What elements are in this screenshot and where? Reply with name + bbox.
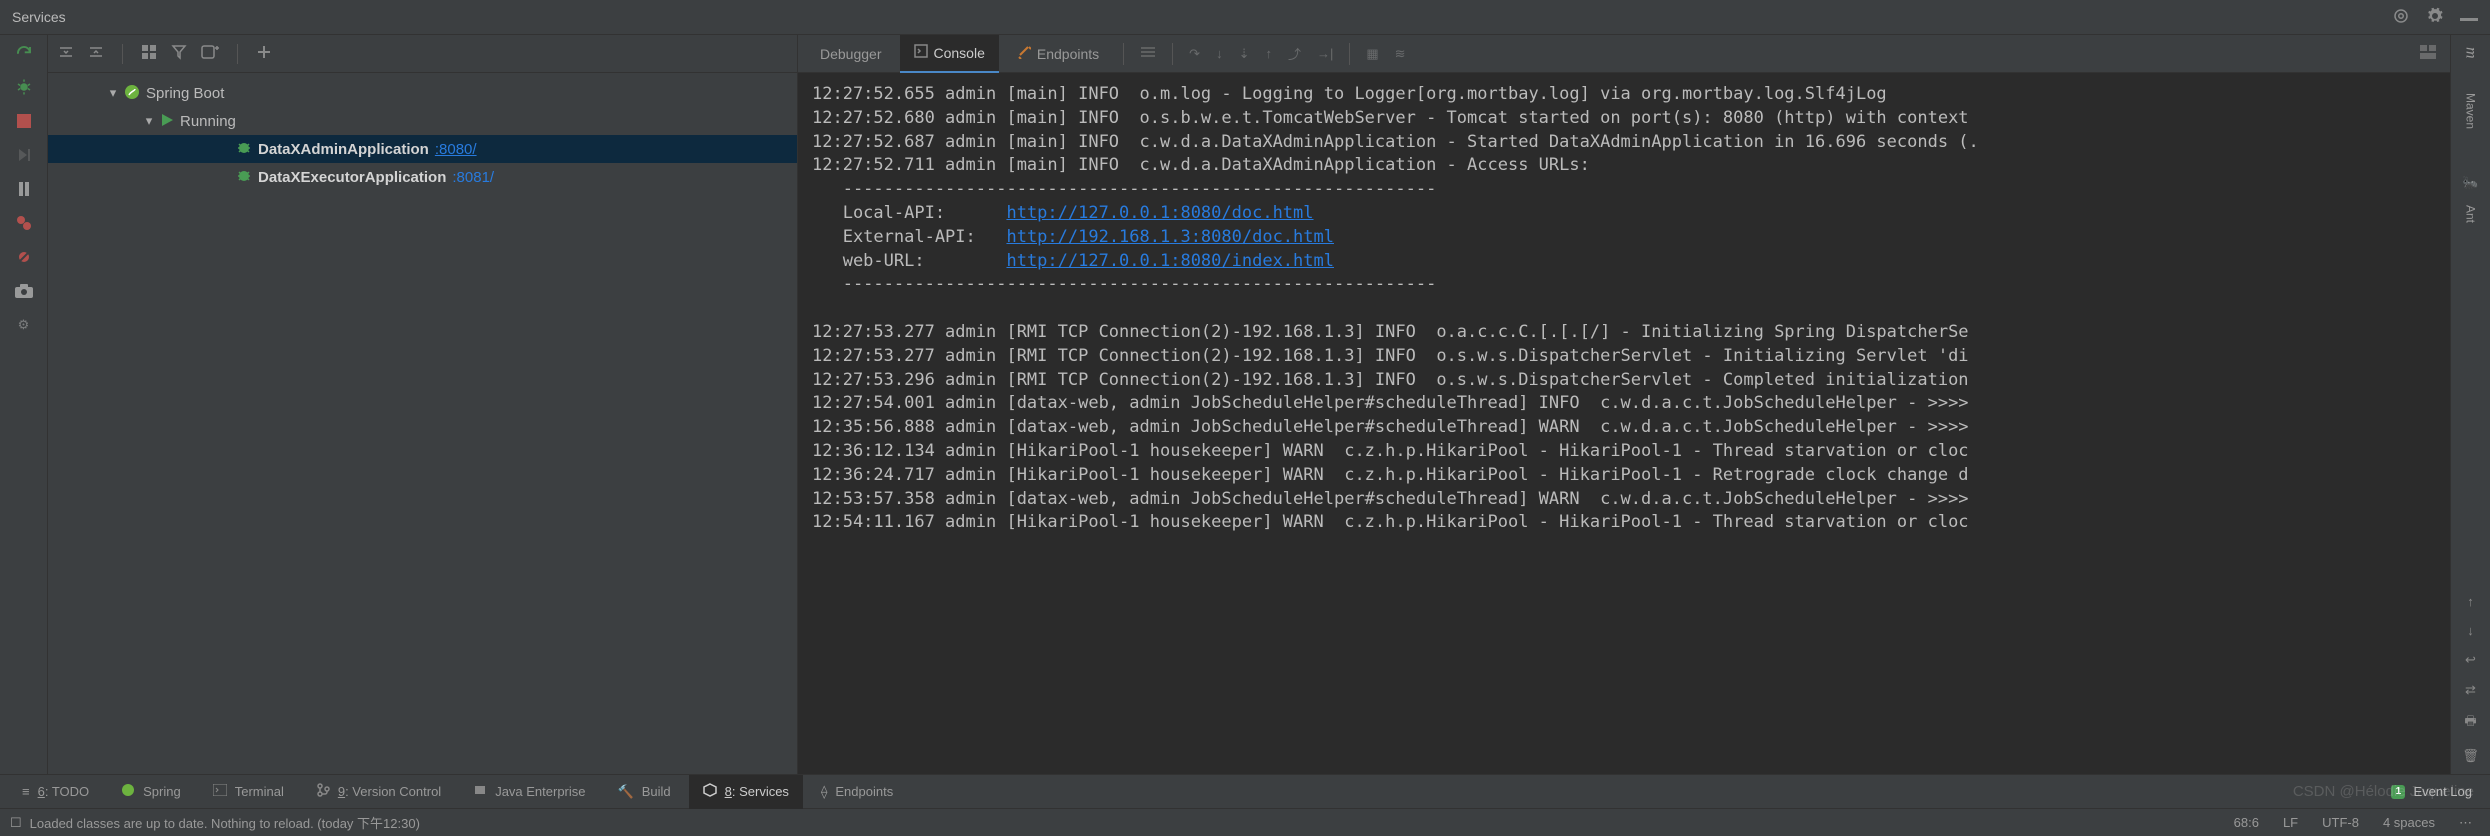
camera-icon[interactable]: [14, 281, 34, 301]
drop-frame-icon[interactable]: ⤴: [1282, 44, 1307, 63]
branch-icon: [316, 783, 330, 800]
run-toolbar-rail: ⚙: [0, 35, 48, 774]
tool-window-bar: ≡6: TODO Spring Terminal 9: Version Cont…: [0, 774, 2490, 808]
rail-print-icon[interactable]: 🖶: [2464, 712, 2476, 734]
app-name: DataXExecutorApplication: [258, 169, 446, 186]
spring-icon: [121, 783, 135, 800]
terminal-icon: [213, 784, 227, 799]
stop-icon[interactable]: [14, 111, 34, 131]
rail-maven[interactable]: m: [2462, 47, 2480, 59]
tree-label: Spring Boot: [146, 85, 224, 102]
rail-maven-label[interactable]: Maven: [2464, 93, 2478, 129]
tab-debugger[interactable]: Debugger: [806, 35, 896, 73]
status-bar: ☐ Loaded classes are up to date. Nothing…: [0, 808, 2490, 836]
tab-vcs[interactable]: 9: Version Control: [302, 775, 455, 809]
console-output[interactable]: 12:27:52.655 admin [main] INFO o.m.log -…: [798, 73, 2450, 774]
javaee-icon: [473, 783, 487, 800]
services-tree: ▾ Spring Boot ▾ Running DataXAdminApplic…: [48, 35, 798, 774]
mute-breakpoints-icon[interactable]: [14, 247, 34, 267]
play-icon: [160, 113, 174, 130]
tab-javaee[interactable]: Java Enterprise: [459, 775, 599, 809]
console-area: Debugger Console Endpoints ↷ ↓ ⇣ ↑ ⤴ →| …: [798, 35, 2450, 774]
console-link[interactable]: http://192.168.1.3:8080/doc.html: [1006, 227, 1334, 247]
tab-endpoints-bottom[interactable]: ⟠Endpoints: [807, 775, 907, 809]
app-port[interactable]: :8080/: [435, 141, 477, 158]
status-indent[interactable]: 4 spaces: [2383, 815, 2435, 830]
chevron-down-icon: ▾: [108, 85, 118, 101]
console-icon: [914, 44, 928, 61]
group-icon[interactable]: [141, 44, 157, 63]
chevron-down-icon: ▾: [144, 113, 154, 129]
ant-icon[interactable]: 🐜: [2462, 175, 2478, 191]
tree-label: Running: [180, 113, 236, 130]
status-encoding[interactable]: UTF-8: [2322, 815, 2359, 830]
right-rail: m Maven 🐜 Ant ↑ ↓ ↩ ⇄ 🖶 🗑: [2450, 35, 2490, 774]
status-line-separator[interactable]: LF: [2283, 815, 2298, 830]
rail-down-icon[interactable]: ↓: [2467, 623, 2474, 638]
evaluate-icon[interactable]: ▦: [1360, 46, 1384, 62]
filter-icon[interactable]: [171, 44, 187, 63]
force-step-icon[interactable]: ⇣: [1233, 46, 1256, 62]
add-icon[interactable]: [256, 44, 272, 63]
rail-ant-label[interactable]: Ant: [2464, 205, 2478, 223]
status-icon: ☐: [10, 815, 22, 831]
app-name: DataXAdminApplication: [258, 141, 429, 158]
minimize-icon[interactable]: [2460, 10, 2478, 25]
event-count-badge: 1: [2391, 785, 2405, 799]
tree-node-app-admin[interactable]: DataXAdminApplication :8080/: [48, 135, 797, 163]
toolbar-lines-icon[interactable]: [1134, 45, 1162, 62]
debug-icon[interactable]: [14, 77, 34, 97]
bug-run-icon: [236, 140, 252, 159]
settings-icon[interactable]: ⚙: [14, 315, 34, 335]
console-tabs: Debugger Console Endpoints ↷ ↓ ⇣ ↑ ⤴ →| …: [798, 35, 2450, 73]
tab-build[interactable]: 🔨Build: [604, 775, 685, 809]
layout-icon[interactable]: [2414, 45, 2442, 62]
step-out-icon[interactable]: ↑: [1259, 46, 1278, 61]
panel-title: Services: [12, 9, 66, 25]
tab-terminal[interactable]: Terminal: [199, 775, 298, 809]
status-message: Loaded classes are up to date. Nothing t…: [30, 813, 420, 832]
endpoints-icon: [1017, 45, 1031, 62]
run-to-cursor-icon[interactable]: →|: [1311, 46, 1339, 61]
collapse-all-icon[interactable]: [88, 44, 104, 63]
step-icon[interactable]: [14, 145, 34, 165]
rail-wrap2-icon[interactable]: ⇄: [2465, 682, 2476, 698]
expand-all-icon[interactable]: [58, 44, 74, 63]
tree-node-app-executor[interactable]: DataXExecutorApplication :8081/: [48, 163, 797, 191]
services-panel-header: Services: [0, 0, 2490, 35]
rail-up-icon[interactable]: ↑: [2467, 594, 2474, 609]
status-position[interactable]: 68:6: [2234, 815, 2259, 830]
app-port[interactable]: :8081/: [452, 169, 494, 186]
step-over-icon[interactable]: ↷: [1183, 46, 1206, 62]
tab-event-log[interactable]: Event Log: [2413, 784, 2472, 799]
pause-icon[interactable]: [14, 179, 34, 199]
trace-icon[interactable]: ≋: [1389, 46, 1412, 62]
tab-endpoints[interactable]: Endpoints: [1003, 35, 1113, 73]
rail-trash-icon[interactable]: 🗑: [2462, 748, 2479, 764]
console-link[interactable]: http://127.0.0.1:8080/doc.html: [1006, 203, 1313, 223]
tree-node-running[interactable]: ▾ Running: [48, 107, 797, 135]
tab-spring[interactable]: Spring: [107, 775, 195, 809]
add-config-icon[interactable]: [201, 44, 219, 63]
gear-icon[interactable]: [2426, 7, 2444, 28]
tab-todo[interactable]: ≡6: TODO: [8, 775, 103, 809]
target-icon[interactable]: [2392, 7, 2410, 28]
tree-node-spring-boot[interactable]: ▾ Spring Boot: [48, 79, 797, 107]
tab-console[interactable]: Console: [900, 35, 999, 73]
breakpoints-icon[interactable]: [14, 213, 34, 233]
step-into-icon[interactable]: ↓: [1210, 46, 1229, 61]
tab-services[interactable]: 8: Services: [689, 775, 803, 809]
tree-toolbar: [48, 35, 797, 73]
console-link[interactable]: http://127.0.0.1:8080/index.html: [1006, 251, 1334, 271]
spring-icon: [124, 84, 140, 103]
endpoints-icon: ⟠: [821, 784, 827, 800]
rerun-icon[interactable]: [14, 43, 34, 63]
rail-wrap-icon[interactable]: ↩: [2465, 652, 2476, 668]
todo-icon: ≡: [22, 784, 30, 799]
bug-run-icon: [236, 168, 252, 187]
services-icon: [703, 783, 717, 800]
hammer-icon: 🔨: [618, 784, 634, 800]
status-more-icon[interactable]: ⋯: [2459, 815, 2472, 831]
